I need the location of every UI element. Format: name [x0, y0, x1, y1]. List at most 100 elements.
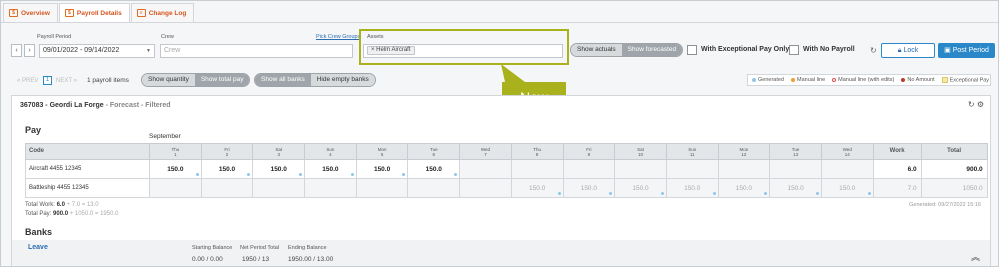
- tab-payroll-details[interactable]: $ Payroll Details: [58, 3, 130, 22]
- payroll-icon: $: [9, 9, 18, 17]
- show-all-banks-button[interactable]: Show all banks: [255, 74, 311, 86]
- pay-cell[interactable]: 150.0: [304, 159, 357, 179]
- pay-cell[interactable]: 150.0: [769, 178, 822, 198]
- payroll-period-value: 09/01/2022 - 09/14/2022: [43, 47, 120, 54]
- table-row[interactable]: Battleship 4455 12345 150.0 150.0 150.0 150.…: [25, 178, 988, 198]
- pager-page[interactable]: 1: [43, 76, 52, 85]
- refresh-icon[interactable]: ↻: [870, 46, 877, 55]
- tab-overview[interactable]: $ Overview: [3, 3, 58, 22]
- pay-cell[interactable]: [510, 159, 564, 179]
- hide-empty-banks-button[interactable]: Hide empty banks: [310, 74, 375, 86]
- chevron-down-icon: ▼: [146, 48, 151, 54]
- pay-cell[interactable]: [149, 178, 202, 198]
- tab-change-log[interactable]: ≡ Change Log: [130, 3, 195, 22]
- generated-dot-icon: [350, 173, 354, 176]
- pay-cell[interactable]: [459, 178, 512, 198]
- show-actuals-button[interactable]: Show actuals: [571, 44, 622, 56]
- cell-value: 150.0: [322, 165, 339, 173]
- generated-dot-icon: [764, 192, 768, 195]
- pay-cell[interactable]: [820, 159, 874, 179]
- next-period-button[interactable]: ›: [24, 44, 35, 57]
- pay-cell[interactable]: 150.0: [820, 178, 874, 198]
- day-header: Wed 14: [820, 143, 874, 160]
- generated-dot-icon: [195, 173, 199, 176]
- crew-input[interactable]: Crew: [160, 44, 353, 58]
- exceptional-pay-checkbox[interactable]: [687, 45, 697, 55]
- no-amount-dot-icon: [901, 77, 906, 82]
- total-pay-extra: + 1050.0 = 1950.0: [68, 211, 119, 217]
- generated-dot-icon: [609, 192, 613, 195]
- pay-cell[interactable]: [717, 159, 771, 179]
- day-header: Fri 9: [562, 143, 616, 160]
- show-quantity-button[interactable]: Show quantity: [142, 74, 195, 86]
- generated-dot-icon: [402, 173, 406, 176]
- pay-cell[interactable]: 150.0: [665, 178, 719, 198]
- next-label: NEXT: [56, 78, 72, 84]
- pay-cell[interactable]: 150.0: [562, 178, 616, 198]
- show-total-pay-button[interactable]: Show total pay: [194, 74, 250, 86]
- no-payroll-checkbox[interactable]: [789, 45, 799, 55]
- day-number: 12: [741, 151, 747, 157]
- panel-title: 367083 - Geordi La Forge - Forecast - Fi…: [20, 102, 171, 109]
- total-pay-label: Total Pay:: [25, 211, 52, 217]
- banks-section-title: Banks: [25, 227, 53, 237]
- day-number: 11: [689, 151, 695, 157]
- settings-icon[interactable]: ⚙: [977, 100, 984, 109]
- pick-crew-groups-link[interactable]: Pick Crew Groups: [316, 34, 360, 40]
- cell-value: 150.0: [839, 184, 856, 192]
- pay-cell[interactable]: 150.0: [252, 159, 306, 179]
- refresh-icon[interactable]: ↻: [968, 100, 975, 109]
- actuals-toggle: Show actuals Show forecasted: [570, 43, 684, 57]
- month-label: September: [149, 133, 181, 140]
- pay-cell[interactable]: [200, 178, 254, 198]
- pay-cell[interactable]: 150.0: [355, 159, 409, 179]
- pay-cell[interactable]: [304, 178, 357, 198]
- generated-dot-icon: [660, 192, 664, 195]
- pay-cell[interactable]: 150.0: [510, 178, 564, 198]
- pay-cell[interactable]: [407, 178, 461, 198]
- post-period-button[interactable]: ▣ Post Period: [938, 43, 995, 58]
- pay-cell[interactable]: 150.0: [407, 159, 461, 179]
- day-header: Sun 4: [304, 143, 357, 160]
- pay-cell[interactable]: [665, 159, 719, 179]
- code-header: Code: [25, 143, 150, 160]
- table-row[interactable]: Aircraft 4455 12345 150.0 150.0 150.0 150.0 1…: [25, 159, 988, 179]
- leave-bank-row[interactable]: Leave Starting Balance 0.00 / 0.00 Net P…: [12, 240, 990, 266]
- pay-cell[interactable]: [614, 159, 667, 179]
- crew-placeholder: Crew: [164, 47, 181, 54]
- pay-cell[interactable]: 150.0: [614, 178, 667, 198]
- cell-value: 150.0: [580, 184, 597, 192]
- day-number: 6: [432, 151, 436, 157]
- total-work-extra: + 7.0 = 13.0: [64, 202, 99, 208]
- total-work-value: 6.0: [56, 202, 65, 208]
- day-header: Sat 3: [252, 143, 306, 160]
- pager-next[interactable]: NEXT »: [56, 78, 77, 84]
- leave-bank-title[interactable]: Leave: [28, 244, 48, 251]
- total-work: Total Work: 6.0 + 7.0 = 13.0: [25, 202, 99, 208]
- lock-button[interactable]: 🔒︎ Lock: [881, 43, 935, 58]
- day-header: Fri 2: [200, 143, 254, 160]
- day-number: 5: [380, 151, 384, 157]
- pay-cell[interactable]: [769, 159, 822, 179]
- crew-label: Crew: [161, 34, 174, 40]
- pay-cell[interactable]: 150.0: [200, 159, 254, 179]
- pay-cell[interactable]: [355, 178, 409, 198]
- legend-exceptional: Exceptional Pay: [941, 76, 989, 83]
- prev-period-button[interactable]: ‹: [11, 44, 22, 57]
- pay-cell[interactable]: [562, 159, 616, 179]
- pay-cell[interactable]: [459, 159, 512, 179]
- show-forecasted-button[interactable]: Show forecasted: [621, 44, 683, 56]
- net-period-label: Net Period Total: [240, 245, 280, 251]
- total-pay-value: 900.0: [53, 211, 69, 217]
- pay-cell[interactable]: 150.0: [149, 159, 202, 179]
- collapse-icon[interactable]: ︽: [971, 250, 980, 263]
- callout-pointer: [501, 64, 525, 82]
- day-number: 8: [535, 151, 539, 157]
- cell-value: 150.0: [218, 165, 236, 173]
- payroll-period-select[interactable]: 09/01/2022 - 09/14/2022 ▼: [39, 44, 155, 58]
- payroll-item-count: 1 payroll items: [87, 77, 129, 84]
- pager-prev[interactable]: « PREV: [17, 78, 38, 84]
- row-work: 7.0: [872, 178, 922, 198]
- pay-cell[interactable]: [252, 178, 306, 198]
- pay-cell[interactable]: 150.0: [717, 178, 771, 198]
